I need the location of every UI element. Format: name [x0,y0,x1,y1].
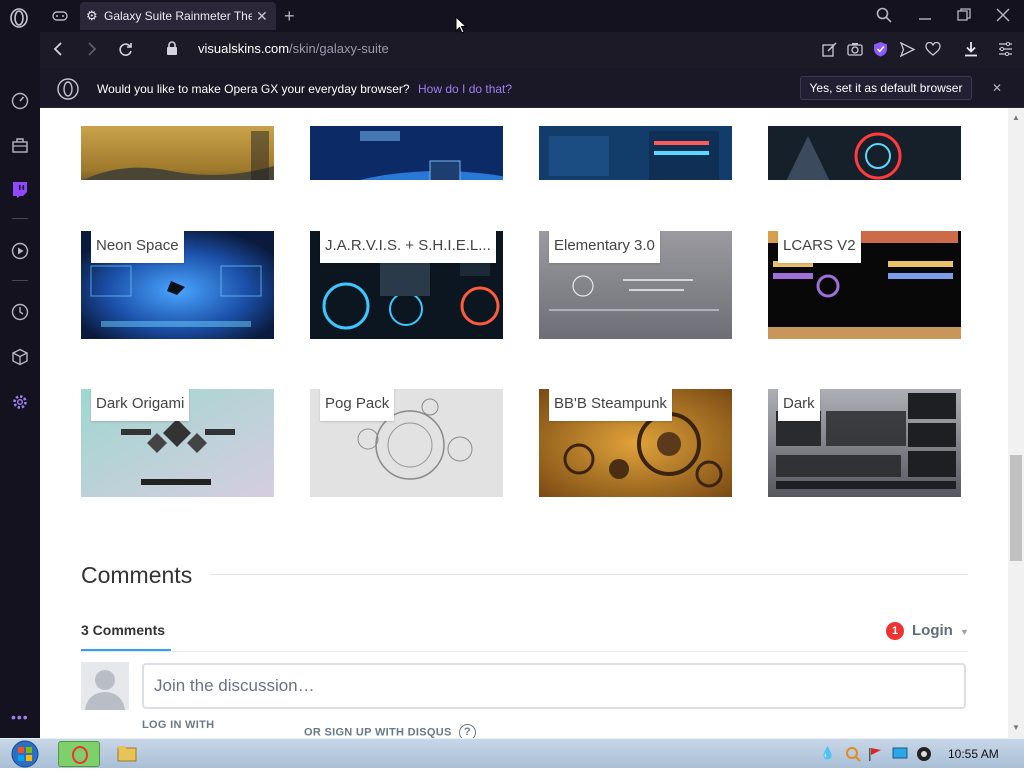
sidebar-divider [12,280,28,281]
gear-icon: ⚙ [86,8,98,23]
opera-gx-icon [57,78,79,100]
scrollbar[interactable] [1008,108,1024,738]
reload-icon[interactable] [118,42,133,57]
minimize-icon[interactable] [918,8,932,22]
default-browser-prompt: Would you like to make Opera GX your eve… [40,68,1024,108]
tab-title: Galaxy Suite Rainmeter The [104,9,252,23]
signup-text: OR SIGN UP WITH DISQUS [304,726,452,738]
dismiss-prompt-icon[interactable]: ✕ [992,82,1002,94]
address-bar: visualskins.com/skin/galaxy-suite [40,32,1024,68]
sidebar: ••• [0,32,40,738]
scroll-down-icon[interactable]: ▼ [1012,724,1020,732]
skin-label: LCARS V2 [778,231,861,263]
display-icon[interactable] [892,747,908,761]
skin-thumbnail[interactable] [539,108,732,180]
shield-icon[interactable] [873,41,888,57]
skin-thumbnail-dark-origami[interactable]: Dark Origami [81,389,274,497]
signup-label: OR SIGN UP WITH DISQUS ? [304,724,476,738]
comment-count-tab[interactable]: 3 Comments [81,622,165,638]
search-icon[interactable] [876,7,892,23]
skin-thumbnail[interactable] [768,108,961,180]
opera-logo-icon[interactable] [9,8,29,28]
login-with-label: LOG IN WITH [142,719,215,731]
tray-drop-icon[interactable]: 💧 [820,747,835,759]
sidebar-divider [12,218,28,219]
restore-icon[interactable] [957,8,971,22]
skin-label: Pog Pack [320,389,395,421]
taskbar-opera[interactable] [58,741,100,767]
skin-label: Dark [778,389,820,421]
cube-icon[interactable] [11,348,29,366]
tab-divider [81,651,968,652]
skin-thumbnail[interactable] [81,108,274,180]
skin-thumbnail[interactable] [310,108,503,180]
help-icon[interactable]: ? [458,724,476,738]
back-icon[interactable] [52,42,64,56]
speed-dial-icon[interactable] [11,92,29,110]
skin-thumbnail-dark[interactable]: Dark [768,389,961,497]
login-label: Login [912,622,953,639]
skin-thumbnail-jarvis[interactable]: J.A.R.V.I.S. + S.H.I.E.L... [310,231,503,339]
how-do-i-link[interactable]: How do I do that? [418,82,512,96]
taskbar: 💧 10:55 AM [0,738,1024,768]
scrollbar-thumb[interactable] [1010,455,1022,561]
skin-thumbnail-elementary[interactable]: Elementary 3.0 [539,231,732,339]
flag-icon[interactable] [868,747,882,761]
page-content: Neon Space J.A.R.V.I.S. + S.H.I.E.L... E… [40,108,1008,738]
system-clock[interactable]: 10:55 AM [948,747,999,761]
tray-search-icon[interactable] [845,746,861,762]
skin-thumbnail-steampunk[interactable]: BB'B Steampunk [539,389,732,497]
bag-icon[interactable] [11,136,29,154]
skin-thumbnail-lcars[interactable]: LCARS V2 [768,231,961,339]
lock-icon[interactable] [166,41,178,56]
start-button[interactable] [6,740,44,768]
skin-thumbnail-pog-pack[interactable]: Pog Pack [310,389,503,497]
set-default-browser-button[interactable]: Yes, set it as default browser [800,76,972,100]
url-path: /skin/galaxy-suite [289,41,389,56]
login-menu[interactable]: Login ▼ [912,622,969,639]
comments-heading: Comments [81,562,193,588]
scroll-up-icon[interactable]: ▲ [1012,114,1020,122]
skin-label: Dark Origami [91,389,190,421]
notification-badge: 1 [886,622,904,640]
caret-down-icon: ▼ [960,627,969,637]
mouse-cursor-icon [455,16,467,34]
more-icon[interactable]: ••• [11,710,29,724]
skin-label: BB'B Steampunk [549,389,672,421]
close-window-icon[interactable] [996,8,1010,22]
url-host: visualskins.com [198,41,290,56]
send-icon[interactable] [900,42,915,57]
download-icon[interactable] [963,41,979,57]
edit-icon[interactable] [822,42,837,57]
close-icon[interactable]: ✕ [256,8,268,25]
avatar [81,662,129,710]
skin-label: J.A.R.V.I.S. + S.H.I.E.L... [320,231,496,263]
player-icon[interactable] [11,242,29,260]
skin-label: Neon Space [91,231,184,263]
easy-setup-icon[interactable] [998,42,1013,56]
twitch-icon[interactable] [11,181,29,199]
skin-thumbnail-neon-space[interactable]: Neon Space [81,231,274,339]
prompt-message: Would you like to make Opera GX your eve… [97,82,410,96]
camera-icon[interactable] [847,42,863,56]
comment-input[interactable]: Join the discussion… [142,663,966,709]
history-icon[interactable] [11,303,29,321]
heading-divider [210,574,968,575]
url-field[interactable]: visualskins.com/skin/galaxy-suite [198,41,389,56]
forward-icon[interactable] [86,42,98,56]
tab-galaxy-suite[interactable]: ⚙ Galaxy Suite Rainmeter The ✕ [80,2,276,30]
taskbar-explorer[interactable] [106,741,148,767]
skin-label: Elementary 3.0 [549,231,660,263]
gamepad-icon[interactable] [52,9,68,23]
settings-gear-icon[interactable] [11,393,29,411]
volume-icon[interactable] [916,746,932,762]
heart-icon[interactable] [925,42,941,56]
new-tab-icon[interactable]: + [284,7,295,25]
tab-bar: ⚙ Galaxy Suite Rainmeter The ✕ + [0,0,1024,32]
